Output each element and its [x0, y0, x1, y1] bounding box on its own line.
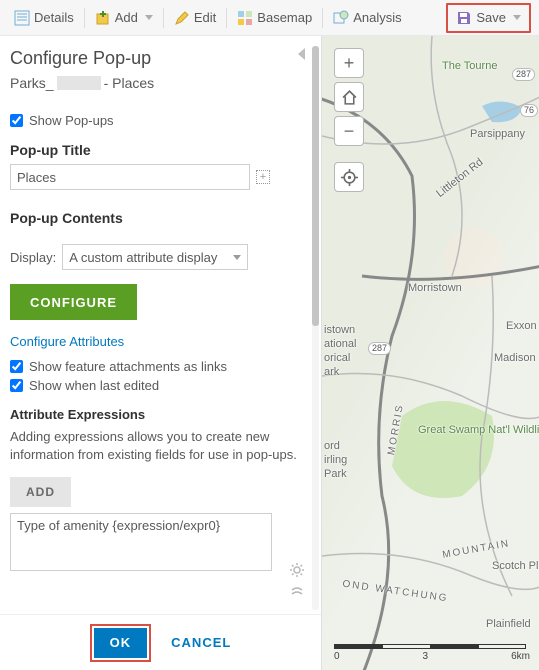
add-expression-button[interactable]: ADD: [10, 477, 71, 507]
add-icon: [95, 10, 111, 26]
display-label: Display:: [10, 250, 56, 265]
map-label-ark: ark: [324, 366, 339, 378]
save-button[interactable]: Save: [450, 6, 527, 30]
top-toolbar: Details Add Edit Basemap Analysis: [0, 0, 539, 36]
display-row: Display: A custom attribute display: [10, 244, 307, 270]
configure-attributes-link[interactable]: Configure Attributes: [10, 334, 124, 349]
toolbar-separator: [84, 8, 85, 28]
analysis-label: Analysis: [353, 10, 401, 25]
main-area: Configure Pop-up Parks_ - Places Show Po…: [0, 36, 539, 670]
map-label-parsippany: Parsippany: [470, 128, 525, 140]
show-edited-checkbox[interactable]: Show when last edited: [10, 378, 307, 393]
scale-2: 6km: [511, 651, 530, 662]
map-label-tourne: The Tourne: [442, 60, 497, 72]
panel-scrollbar[interactable]: [312, 46, 319, 610]
route-shield-287: 287: [368, 342, 391, 355]
zoom-in-button[interactable]: +: [334, 48, 364, 78]
save-highlight: Save: [446, 3, 531, 33]
add-button[interactable]: Add: [89, 6, 159, 30]
caret-down-icon: [233, 255, 241, 260]
map-label-morristown: Morristown: [408, 282, 462, 294]
toolbar-separator: [163, 8, 164, 28]
details-label: Details: [34, 10, 74, 25]
toolbar-separator: [322, 8, 323, 28]
analysis-icon: [333, 10, 349, 26]
map-controls: + −: [334, 48, 364, 192]
show-attachments-input[interactable]: [10, 360, 23, 373]
layer-prefix: Parks_: [10, 75, 54, 91]
save-icon: [456, 10, 472, 26]
configure-popup-panel: Configure Pop-up Parks_ - Places Show Po…: [0, 36, 322, 670]
map-label-park2: Park: [324, 468, 347, 480]
configure-button[interactable]: CONFIGURE: [10, 284, 137, 320]
add-label: Add: [115, 10, 138, 25]
panel-title: Configure Pop-up: [10, 48, 307, 69]
map-label-scotch: Scotch Pl: [492, 560, 538, 572]
layer-suffix: - Places: [104, 75, 155, 91]
redacted-text: [57, 76, 101, 90]
route-shield-76: 76: [520, 104, 538, 117]
scale-bar: 0 3 6km: [334, 644, 530, 662]
map-label-irling: irling: [324, 454, 347, 466]
locate-button[interactable]: [334, 162, 364, 192]
pencil-icon: [174, 10, 190, 26]
cancel-button[interactable]: CANCEL: [171, 635, 231, 650]
caret-down-icon: [145, 15, 153, 20]
display-value: A custom attribute display: [69, 250, 217, 265]
ok-highlight: OK: [90, 624, 152, 662]
gear-icon[interactable]: [289, 562, 305, 578]
add-field-icon[interactable]: +: [256, 170, 270, 184]
zoom-out-button[interactable]: −: [334, 116, 364, 146]
edit-button[interactable]: Edit: [168, 6, 222, 30]
basemap-button[interactable]: Basemap: [231, 6, 318, 30]
expressions-heading: Attribute Expressions: [10, 407, 307, 422]
basemap-label: Basemap: [257, 10, 312, 25]
map-label-ational: ational: [324, 338, 356, 350]
route-shield-287: 287: [512, 68, 535, 81]
toolbar-separator: [226, 8, 227, 28]
show-popups-checkbox[interactable]: Show Pop-ups: [10, 113, 307, 128]
map-label-swamp: Great Swamp Nat'l Wildlife Ref: [418, 424, 488, 436]
expressions-description: Adding expressions allows you to create …: [10, 428, 300, 463]
expression-item[interactable]: Type of amenity {expression/expr0}: [17, 518, 265, 533]
basemap-icon: [237, 10, 253, 26]
map-label-plainfield: Plainfield: [486, 618, 531, 630]
collapse-panel-icon[interactable]: [298, 48, 305, 60]
panel-side-gadgets: [289, 562, 305, 600]
ok-button[interactable]: OK: [94, 628, 148, 658]
popup-title-row: +: [10, 164, 307, 190]
details-icon: [14, 10, 30, 26]
details-button[interactable]: Details: [8, 6, 80, 30]
caret-down-icon: [513, 15, 521, 20]
edit-label: Edit: [194, 10, 216, 25]
drag-icon[interactable]: [289, 584, 305, 600]
panel-button-row: OK CANCEL: [0, 614, 321, 670]
save-label: Save: [476, 10, 506, 25]
scale-1: 3: [423, 651, 429, 662]
popup-title-input[interactable]: [10, 164, 250, 190]
scale-0: 0: [334, 651, 340, 662]
map-label-ord: ord: [324, 440, 340, 452]
home-button[interactable]: [334, 82, 364, 112]
map-label-exxon: Exxon: [506, 320, 537, 332]
layer-name: Parks_ - Places: [10, 75, 307, 91]
show-attachments-label: Show feature attachments as links: [29, 359, 227, 374]
map-label-istown: istown: [324, 324, 355, 336]
show-edited-input[interactable]: [10, 379, 23, 392]
show-popups-label: Show Pop-ups: [29, 113, 114, 128]
popup-title-label: Pop-up Title: [10, 142, 307, 158]
expression-list[interactable]: Type of amenity {expression/expr0}: [10, 513, 272, 571]
show-edited-label: Show when last edited: [29, 378, 159, 393]
analysis-button[interactable]: Analysis: [327, 6, 407, 30]
show-popups-input[interactable]: [10, 114, 23, 127]
map-label-orical: orical: [324, 352, 350, 364]
map-label-madison: Madison: [494, 352, 536, 364]
map-view[interactable]: The Tourne Parsippany Littleton Rd Morri…: [322, 36, 539, 670]
panel-scrollbar-thumb[interactable]: [312, 46, 319, 326]
display-select[interactable]: A custom attribute display: [62, 244, 248, 270]
show-attachments-checkbox[interactable]: Show feature attachments as links: [10, 359, 307, 374]
popup-contents-label: Pop-up Contents: [10, 210, 307, 226]
